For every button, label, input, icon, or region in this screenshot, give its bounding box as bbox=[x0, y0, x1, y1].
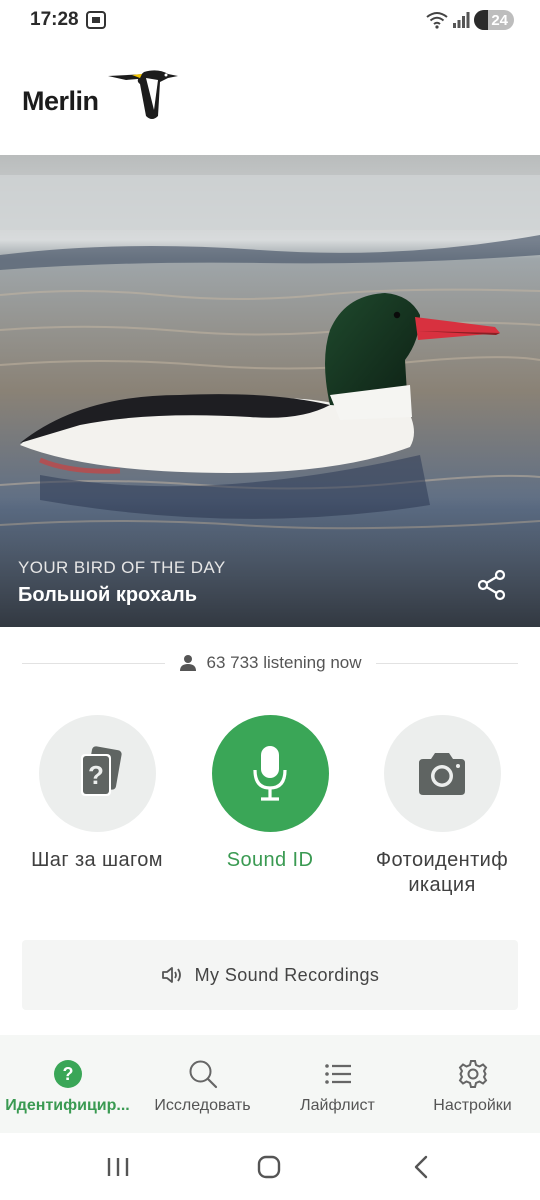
back-icon[interactable] bbox=[410, 1155, 434, 1179]
step-by-step-tool[interactable]: ? Шаг за шагом bbox=[9, 715, 185, 873]
bird-logo-icon bbox=[108, 70, 178, 119]
logo-text: Merlin bbox=[22, 86, 99, 116]
svg-text:?: ? bbox=[88, 760, 104, 790]
speaker-icon bbox=[161, 967, 181, 983]
listening-now: 63 733 listening now bbox=[165, 653, 376, 673]
nav-explore[interactable]: Исследовать bbox=[135, 1035, 270, 1133]
status-time: 17:28 bbox=[30, 9, 79, 30]
gear-icon bbox=[458, 1060, 487, 1088]
nav-lifelist-label: Лайфлист bbox=[300, 1097, 375, 1114]
bottom-nav: ? Идентифицир... Исследовать Лайфлист На… bbox=[0, 1035, 540, 1133]
nav-explore-label: Исследовать bbox=[154, 1097, 251, 1114]
sound-id-button[interactable] bbox=[211, 715, 329, 832]
nav-settings[interactable]: Настройки bbox=[405, 1035, 540, 1133]
photo-id-button[interactable] bbox=[383, 715, 501, 832]
question-cards-icon: ? bbox=[81, 745, 122, 796]
merlin-logo: Merlin bbox=[22, 70, 192, 130]
my-sound-recordings-button[interactable]: My Sound Recordings bbox=[22, 940, 518, 1010]
microphone-icon bbox=[253, 745, 287, 801]
home-icon[interactable] bbox=[257, 1155, 281, 1179]
hero-caption: YOUR BIRD OF THE DAY Большой крохаль bbox=[18, 558, 226, 607]
sound-id-label: Sound ID bbox=[226, 849, 314, 871]
battery-level: 24 bbox=[491, 11, 508, 29]
divider-right bbox=[375, 662, 519, 664]
signal-icon bbox=[453, 12, 470, 28]
photo-id-tool[interactable]: Фотоидентиф икация bbox=[354, 715, 530, 898]
svg-text:?: ? bbox=[62, 1064, 73, 1084]
nav-identify-label: Идентифицир... bbox=[5, 1097, 130, 1114]
step-by-step-button[interactable]: ? bbox=[38, 715, 156, 832]
share-icon[interactable] bbox=[476, 569, 508, 601]
wifi-icon bbox=[426, 12, 448, 29]
sound-id-tool[interactable]: Sound ID bbox=[182, 715, 358, 873]
bird-of-the-day-name: Большой крохаль bbox=[18, 584, 198, 606]
search-icon bbox=[189, 1060, 217, 1089]
battery-charging-icon: 24 bbox=[474, 10, 514, 30]
nav-identify[interactable]: ? Идентифицир... bbox=[0, 1035, 135, 1133]
nav-lifelist[interactable]: Лайфлист bbox=[270, 1035, 405, 1133]
photo-id-label: Фотоидентиф икация bbox=[375, 849, 509, 896]
system-nav-bar bbox=[0, 1133, 540, 1200]
step-by-step-label: Шаг за шагом bbox=[31, 849, 163, 871]
nav-settings-label: Настройки bbox=[433, 1097, 512, 1114]
bird-of-the-day-kicker: YOUR BIRD OF THE DAY bbox=[18, 558, 226, 577]
listening-now-row: 63 733 listening now bbox=[22, 645, 519, 681]
app-header: Merlin bbox=[0, 40, 540, 155]
listening-count: 63 733 listening now bbox=[206, 653, 362, 672]
camera-icon bbox=[419, 752, 465, 795]
status-bar: 17:28 24 bbox=[0, 0, 540, 40]
question-circle-icon: ? bbox=[53, 1060, 82, 1088]
screenshot-icon bbox=[86, 11, 106, 29]
list-icon bbox=[324, 1064, 351, 1084]
bird-of-the-day-card[interactable]: YOUR BIRD OF THE DAY Большой крохаль bbox=[0, 155, 540, 627]
recent-apps-icon[interactable] bbox=[106, 1155, 130, 1179]
my-sound-recordings-label: My Sound Recordings bbox=[194, 964, 380, 985]
person-icon bbox=[179, 655, 196, 671]
status-icons: 24 bbox=[426, 9, 514, 31]
divider-left bbox=[22, 662, 165, 664]
